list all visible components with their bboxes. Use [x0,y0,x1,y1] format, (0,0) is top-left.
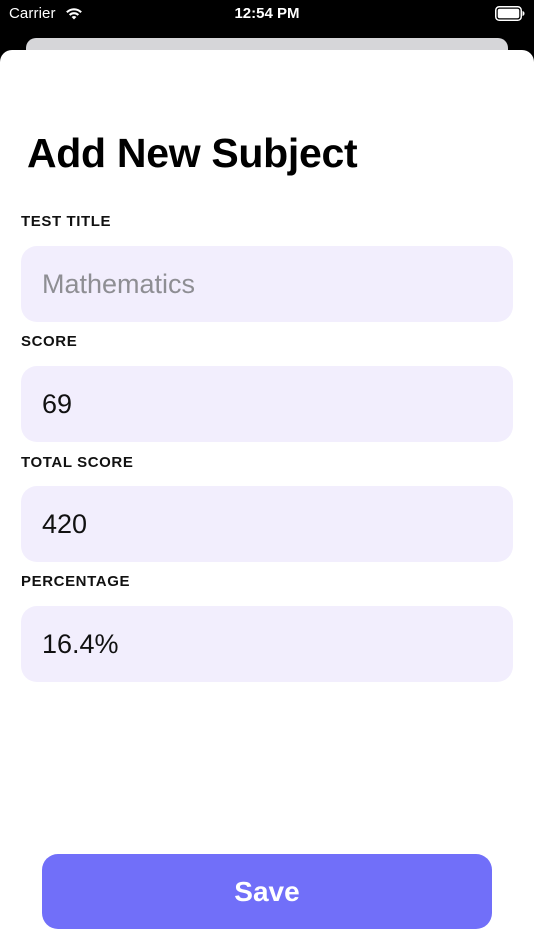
test-title-label: TEST TITLE [21,213,112,230]
score-value: 69 [42,388,73,419]
total-score-value: 420 [42,508,88,539]
percentage-value: 16.4% [42,628,119,659]
test-title-field[interactable]: Mathematics [21,246,513,322]
percentage-label: PERCENTAGE [21,573,131,590]
page-title: Add New Subject [27,130,358,176]
score-label: SCORE [21,333,78,350]
battery-icon [495,6,525,21]
score-field[interactable]: 69 [21,366,513,442]
percentage-field[interactable]: 16.4% [21,606,513,682]
test-title-placeholder: Mathematics [42,268,196,299]
save-button[interactable]: Save [42,854,492,929]
status-bar: Carrier 12:54 PM [0,0,534,30]
clock: 12:54 PM [234,5,300,22]
total-score-field[interactable]: 420 [21,486,513,562]
total-score-label: TOTAL SCORE [21,454,134,471]
add-subject-sheet: Add New Subject TEST TITLE Mathematics S… [0,50,534,950]
